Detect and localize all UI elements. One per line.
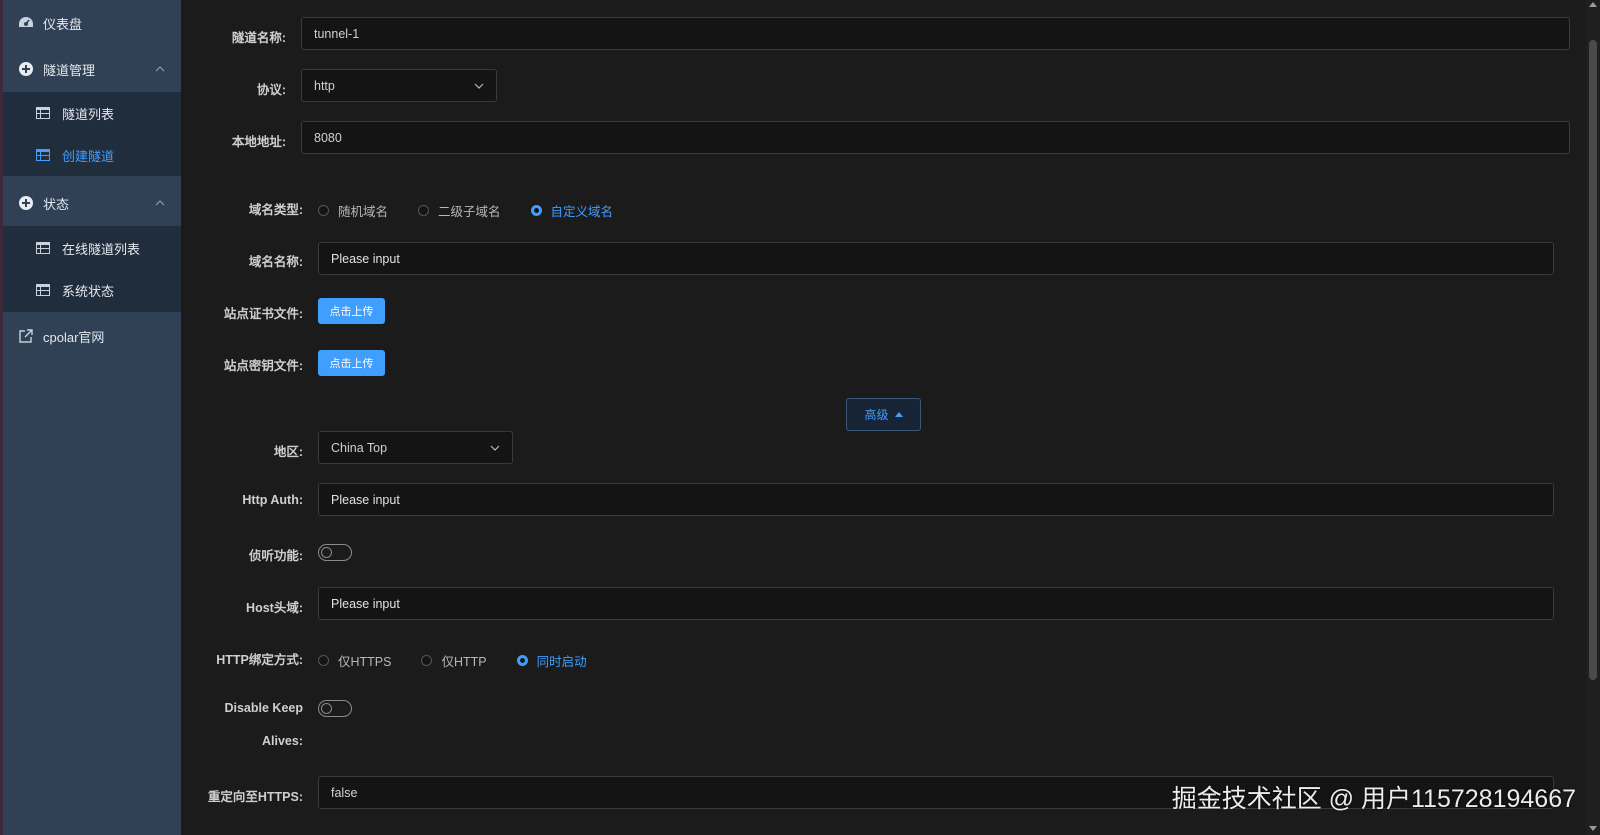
main-content: 隧道名称: tunnel-1 协议: http 本地地址: 8080 域名类型:… xyxy=(181,0,1600,835)
external-link-icon xyxy=(19,329,33,343)
radio-subdomain-label: 二级子域名 xyxy=(438,204,501,219)
chevron-down-icon xyxy=(474,83,484,89)
switch-knob xyxy=(321,703,332,714)
scroll-down-icon[interactable] xyxy=(1589,826,1597,831)
radio-random-domain-label: 随机域名 xyxy=(338,204,389,219)
radio-dot xyxy=(530,204,542,216)
page-scrollbar[interactable] xyxy=(1586,0,1600,835)
protocol-label: 协议: xyxy=(256,83,286,97)
domain-type-label: 域名类型: xyxy=(248,203,303,217)
table-icon xyxy=(36,149,50,161)
submenu-tunnel-list[interactable]: 隧道列表 xyxy=(3,92,181,134)
table-icon xyxy=(36,107,50,119)
local-address-value: 8080 xyxy=(314,130,342,145)
menu-status[interactable]: 状态 xyxy=(3,180,181,226)
domain-name-placeholder: Please input xyxy=(331,251,400,266)
bind-mode-label: HTTP绑定方式: xyxy=(216,653,303,667)
domain-name-input[interactable]: Please input xyxy=(318,242,1554,275)
submenu-system-status[interactable]: 系统状态 xyxy=(3,269,181,311)
region-value: China Top xyxy=(331,440,388,455)
sidebar: 仪表盘 隧道管理 隧道列表 创建隧道 状态 在线隧道列表 系统状态 cpolar… xyxy=(0,0,181,835)
radio-dot xyxy=(418,204,430,216)
radio-random-domain[interactable]: 随机域名 xyxy=(318,201,388,220)
caret-up-icon xyxy=(894,412,903,417)
radio-dot xyxy=(421,654,433,666)
menu-cpolar-site-label: cpolar官网 xyxy=(43,329,105,345)
listen-label: 侦听功能: xyxy=(248,549,303,563)
plus-circle-icon xyxy=(19,62,33,76)
protocol-select[interactable]: http xyxy=(301,69,497,102)
submenu-create-tunnel-label: 创建隧道 xyxy=(62,148,115,164)
radio-both[interactable]: 同时启动 xyxy=(516,651,587,670)
radio-both-label: 同时启动 xyxy=(536,654,587,669)
menu-tunnel-management[interactable]: 隧道管理 xyxy=(3,46,181,92)
tunnel-name-value: tunnel-1 xyxy=(314,26,360,41)
host-header-placeholder: Please input xyxy=(331,596,400,611)
bind-mode-radio-group: 仅HTTPS 仅HTTP 同时启动 xyxy=(318,650,617,670)
tunnel-name-input[interactable]: tunnel-1 xyxy=(301,17,1570,50)
key-file-label: 站点密钥文件: xyxy=(223,359,303,373)
radio-dot xyxy=(516,654,528,666)
radio-http-only-label: 仅HTTP xyxy=(441,654,487,669)
radio-custom-domain[interactable]: 自定义域名 xyxy=(530,201,614,220)
menu-dashboard[interactable]: 仪表盘 xyxy=(3,0,181,46)
watermark: 掘金技术社区 @ 用户115728194667 xyxy=(1171,785,1576,813)
menu-status-label: 状态 xyxy=(43,196,70,212)
dashboard-icon xyxy=(19,17,33,27)
listen-switch[interactable] xyxy=(318,544,352,561)
disable-keepalive-switch[interactable] xyxy=(318,700,352,717)
scrollbar-thumb[interactable] xyxy=(1589,40,1597,680)
cert-upload-button[interactable]: 点击上传 xyxy=(318,298,385,324)
disable-keepalive-label-line1: Disable Keep xyxy=(224,701,303,715)
domain-name-label: 域名名称: xyxy=(248,255,303,269)
submenu-online-tunnels-label: 在线隧道列表 xyxy=(62,241,141,257)
menu-tunnel-management-label: 隧道管理 xyxy=(43,62,96,78)
http-auth-input[interactable]: Please input xyxy=(318,483,1554,516)
radio-custom-domain-label: 自定义域名 xyxy=(550,204,614,219)
region-label: 地区: xyxy=(273,445,303,459)
radio-http-only[interactable]: 仅HTTP xyxy=(421,651,487,670)
protocol-value: http xyxy=(314,78,335,93)
menu-cpolar-site[interactable]: cpolar官网 xyxy=(3,313,181,359)
http-auth-label: Http Auth: xyxy=(242,493,303,507)
disable-keepalive-label-line2: Alives: xyxy=(262,734,303,748)
chevron-up-icon xyxy=(155,66,165,72)
local-address-input[interactable]: 8080 xyxy=(301,121,1570,154)
redirect-https-label: 重定向至HTTPS: xyxy=(207,790,303,804)
radio-dot xyxy=(318,204,329,216)
table-icon xyxy=(36,242,50,254)
radio-https-only-label: 仅HTTPS xyxy=(338,654,392,669)
radio-https-only[interactable]: 仅HTTPS xyxy=(318,651,391,670)
switch-knob xyxy=(321,547,332,558)
plus-circle-icon xyxy=(19,196,33,210)
advanced-toggle-button[interactable]: 高级 xyxy=(846,398,921,431)
http-auth-placeholder: Please input xyxy=(331,492,400,507)
submenu-online-tunnels[interactable]: 在线隧道列表 xyxy=(3,227,181,269)
host-header-label: Host头域: xyxy=(246,601,303,615)
submenu-system-status-label: 系统状态 xyxy=(62,283,115,299)
chevron-down-icon xyxy=(490,445,500,451)
scroll-up-icon[interactable] xyxy=(1589,2,1597,7)
domain-type-radio-group: 随机域名 二级子域名 自定义域名 xyxy=(318,200,643,220)
radio-dot xyxy=(318,654,329,666)
menu-dashboard-label: 仪表盘 xyxy=(43,16,83,32)
advanced-label: 高级 xyxy=(864,408,889,422)
submenu-create-tunnel[interactable]: 创建隧道 xyxy=(3,134,181,176)
local-address-label: 本地地址: xyxy=(231,135,286,149)
radio-subdomain[interactable]: 二级子域名 xyxy=(418,201,501,220)
redirect-https-value: false xyxy=(331,785,358,800)
submenu-tunnel-list-label: 隧道列表 xyxy=(62,106,115,122)
host-header-input[interactable]: Please input xyxy=(318,587,1554,620)
key-upload-button[interactable]: 点击上传 xyxy=(318,350,385,376)
tunnel-name-label: 隧道名称: xyxy=(231,31,286,45)
cert-file-label: 站点证书文件: xyxy=(223,307,303,321)
chevron-up-icon xyxy=(155,200,165,206)
table-icon xyxy=(36,284,50,296)
region-select[interactable]: China Top xyxy=(318,431,513,464)
